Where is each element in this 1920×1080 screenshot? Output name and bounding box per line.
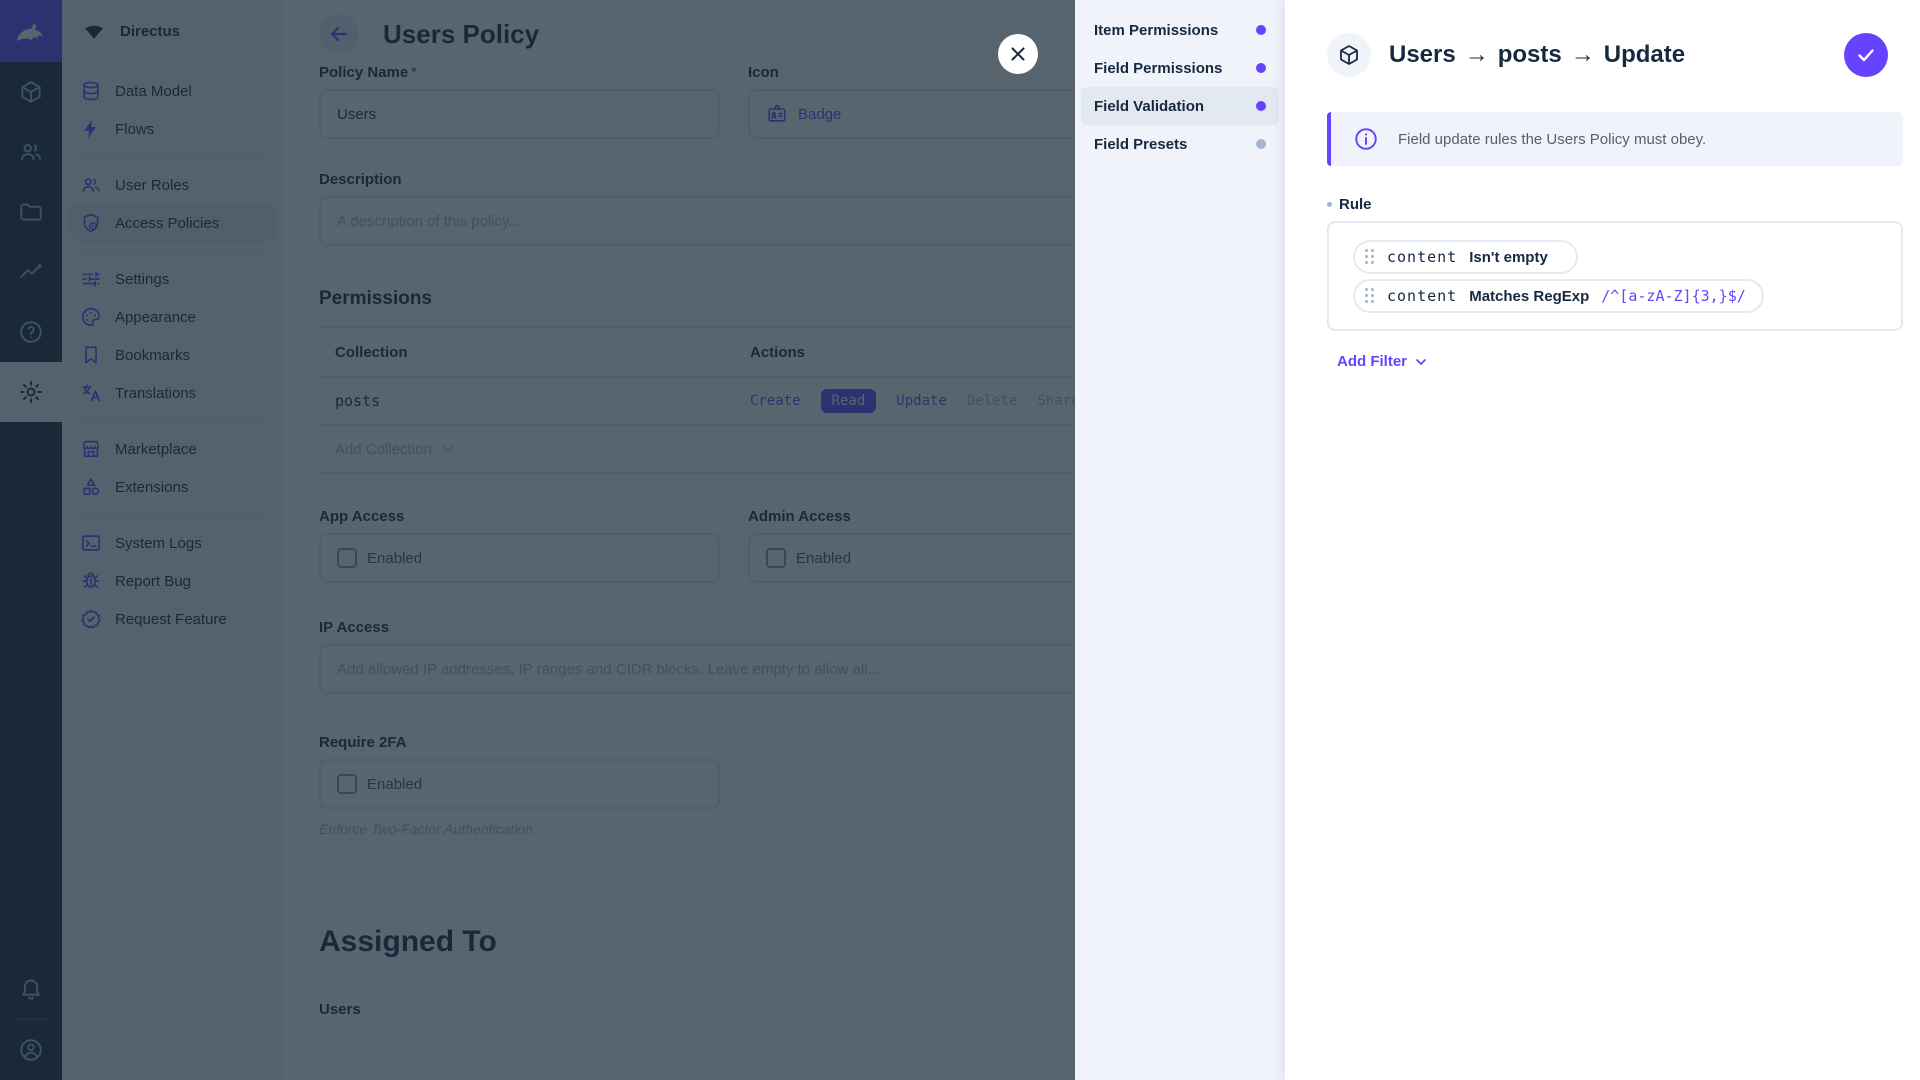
chevron-down-icon: [1413, 354, 1429, 370]
status-dot: [1256, 139, 1266, 149]
drag-handle-icon[interactable]: [1365, 249, 1375, 265]
drag-handle-icon[interactable]: [1365, 288, 1375, 304]
drawer-header: Users→posts→Update: [1285, 0, 1920, 77]
info-notice: Field update rules the Users Policy must…: [1327, 112, 1903, 166]
menu-item-field-permissions[interactable]: Field Permissions: [1081, 49, 1279, 87]
close-drawer-button[interactable]: [998, 34, 1038, 74]
filter-field[interactable]: content: [1387, 248, 1457, 266]
arrow-separator: →: [1571, 41, 1595, 68]
filter-field[interactable]: content: [1387, 287, 1457, 305]
arrow-separator: →: [1465, 41, 1489, 68]
close-icon: [1007, 43, 1029, 65]
add-filter-button[interactable]: Add Filter: [1337, 353, 1920, 370]
status-dot: [1256, 25, 1266, 35]
filter-operator[interactable]: Isn't empty: [1469, 249, 1548, 266]
save-button[interactable]: [1844, 33, 1888, 77]
cube-icon: [1327, 33, 1371, 77]
info-icon: [1353, 126, 1379, 152]
permissions-drawer: Users→posts→Update Field update rules th…: [1285, 0, 1920, 1080]
menu-item-item-permissions[interactable]: Item Permissions: [1081, 11, 1279, 49]
rule-label: Rule: [1327, 196, 1903, 213]
status-dot: [1256, 101, 1266, 111]
filter-row[interactable]: content Isn't empty: [1353, 240, 1578, 274]
filter-operator[interactable]: Matches RegExp: [1469, 288, 1589, 305]
status-dot: [1256, 63, 1266, 73]
edited-dot: [1327, 202, 1332, 207]
check-icon: [1854, 43, 1878, 67]
permissions-detail-menu: Item Permissions Field Permissions Field…: [1075, 0, 1285, 1080]
filter-row[interactable]: content Matches RegExp /^[a-zA-Z]{3,}$/: [1353, 279, 1764, 313]
filter-value[interactable]: /^[a-zA-Z]{3,}$/: [1601, 287, 1746, 305]
rule-filter-box: content Isn't empty content Matches RegE…: [1327, 221, 1903, 331]
drawer-title: Users→posts→Update: [1389, 41, 1826, 69]
notice-text: Field update rules the Users Policy must…: [1398, 131, 1706, 148]
menu-item-field-presets[interactable]: Field Presets: [1081, 125, 1279, 163]
menu-item-field-validation[interactable]: Field Validation: [1081, 87, 1279, 125]
